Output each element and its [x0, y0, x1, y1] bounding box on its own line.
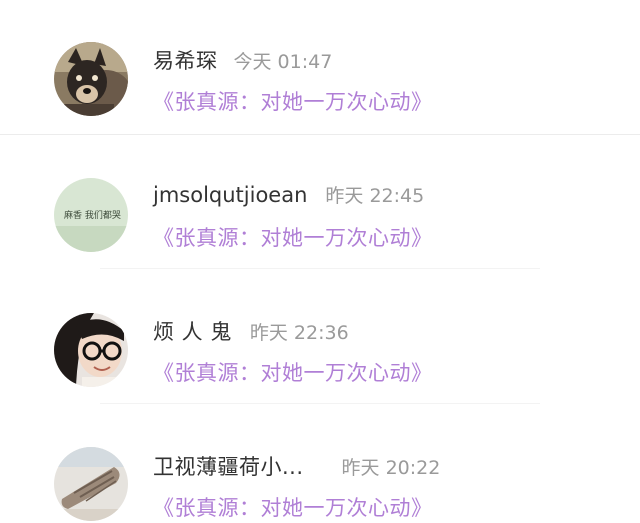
name-line: 烦 人 鬼 昨天 22:36	[153, 316, 349, 346]
user-name[interactable]: 卫视薄疆荷小...	[153, 451, 304, 481]
list-item[interactable]: 易希琛 今天 01:47 《张真源：对她一万次心动》	[0, 0, 640, 135]
list-item[interactable]: 麻香 我们都哭 jmsolqutjioean 昨天 22:45 《张真源：对她一…	[0, 135, 640, 270]
name-line: 卫视薄疆荷小... 昨天 20:22	[153, 451, 440, 481]
avatar[interactable]: 麻香 我们都哭	[54, 178, 128, 252]
girl-avatar-icon	[54, 313, 128, 387]
note-avatar-icon: 麻香 我们都哭	[54, 178, 128, 252]
name-line: 易希琛 今天 01:47	[153, 45, 332, 75]
avatar[interactable]	[54, 447, 128, 521]
divider	[100, 403, 540, 404]
book-title-link[interactable]: 《张真源：对她一万次心动》	[153, 86, 433, 116]
user-name[interactable]: 易希琛	[153, 45, 218, 75]
list-item[interactable]: 卫视薄疆荷小... 昨天 20:22 《张真源：对她一万次心动》	[0, 405, 640, 523]
user-name[interactable]: jmsolqutjioean	[153, 183, 307, 207]
book-title-link[interactable]: 《张真源：对她一万次心动》	[153, 222, 433, 252]
comment-list: 易希琛 今天 01:47 《张真源：对她一万次心动》 麻香 我们都哭 jmsol…	[0, 0, 640, 523]
timestamp: 昨天 20:22	[341, 457, 441, 479]
user-name[interactable]: 烦 人 鬼	[153, 316, 232, 346]
avatar[interactable]	[54, 42, 128, 116]
dog-avatar-icon	[54, 42, 128, 116]
book-title-link[interactable]: 《张真源：对她一万次心动》	[153, 492, 433, 522]
timestamp: 昨天 22:36	[249, 322, 349, 344]
name-line: jmsolqutjioean 昨天 22:45	[153, 181, 424, 211]
avatar[interactable]	[54, 313, 128, 387]
timestamp: 昨天 22:45	[325, 185, 425, 207]
list-item[interactable]: 烦 人 鬼 昨天 22:36 《张真源：对她一万次心动》	[0, 270, 640, 405]
avatar-note-text: 麻香 我们都哭	[64, 209, 121, 221]
timestamp: 今天 01:47	[233, 51, 333, 73]
divider	[100, 268, 540, 269]
book-title-link[interactable]: 《张真源：对她一万次心动》	[153, 357, 433, 387]
shell-avatar-icon	[54, 447, 128, 521]
